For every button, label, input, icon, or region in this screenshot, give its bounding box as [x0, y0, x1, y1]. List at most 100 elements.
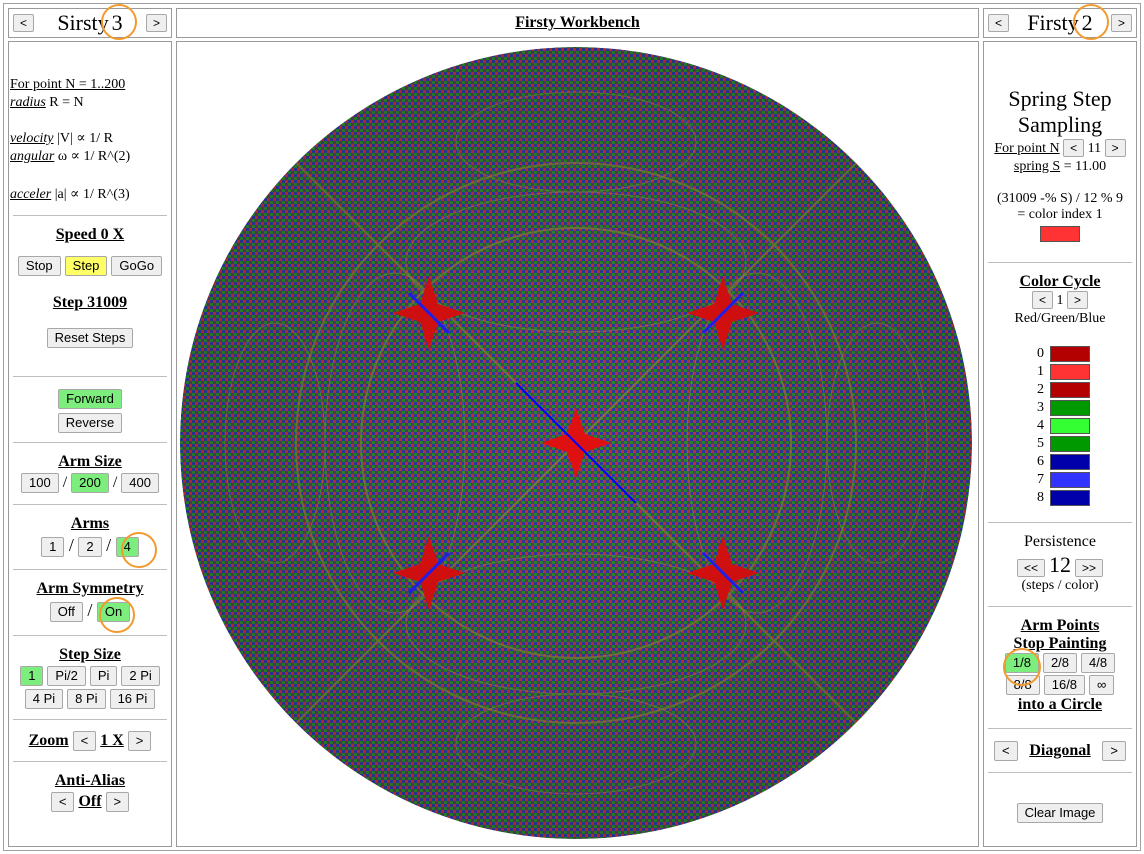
- left-title-num: 3: [111, 10, 123, 35]
- right-prev-button[interactable]: <: [988, 14, 1010, 32]
- acceler-link[interactable]: acceler: [10, 187, 51, 202]
- arm-size-200-button[interactable]: 200: [71, 473, 109, 493]
- color-row[interactable]: 1: [988, 363, 1132, 381]
- persistence-next-button[interactable]: >>: [1075, 559, 1104, 577]
- reset-steps-button[interactable]: Reset Steps: [46, 328, 134, 348]
- arms-4-button[interactable]: 4: [115, 537, 139, 557]
- color-swatch: [1050, 418, 1090, 434]
- separator: /: [112, 474, 118, 491]
- step-size-4pi-button[interactable]: 4 Pi: [24, 689, 64, 709]
- color-row[interactable]: 5: [988, 435, 1132, 453]
- symmetry-on-button[interactable]: On: [96, 602, 131, 622]
- color-index-label: 2: [1037, 382, 1044, 397]
- left-title: Sirsty 3: [57, 10, 122, 36]
- color-row[interactable]: 0: [988, 345, 1132, 363]
- arms-title[interactable]: Arms: [13, 515, 167, 533]
- point-n-link[interactable]: For point N: [994, 141, 1059, 156]
- arms-2-button[interactable]: 2: [78, 537, 102, 557]
- separator: /: [62, 474, 68, 491]
- right-next-button[interactable]: >: [1110, 14, 1132, 32]
- diagonal-next-button[interactable]: >: [1102, 741, 1126, 761]
- persistence-prev-button[interactable]: <<: [1016, 559, 1045, 577]
- pattern-canvas[interactable]: [177, 42, 978, 846]
- left-next-button[interactable]: >: [145, 14, 167, 32]
- step-size-1-button[interactable]: 1: [20, 666, 44, 686]
- symmetry-off-button[interactable]: Off: [49, 602, 83, 622]
- color-swatch: [1050, 490, 1090, 506]
- anti-alias-next-button[interactable]: >: [105, 792, 130, 812]
- right-control-panel: Spring Step Sampling For point N < 11 > …: [983, 41, 1137, 847]
- point-prev-button[interactable]: <: [1063, 139, 1085, 157]
- color-cycle-title[interactable]: Color Cycle: [988, 273, 1132, 291]
- color-row[interactable]: 8: [988, 489, 1132, 507]
- spring-section: Spring Step Sampling For point N < 11 > …: [984, 86, 1136, 243]
- workbench-title[interactable]: Firsty Workbench: [515, 14, 640, 32]
- arm-size-400-button[interactable]: 400: [121, 473, 159, 493]
- reverse-button[interactable]: Reverse: [57, 413, 123, 433]
- step-button[interactable]: Step: [64, 256, 108, 276]
- arm-points-section: Arm Points Stop Painting 1/8 2/8 4/8 8/8…: [988, 606, 1132, 729]
- color-swatch: [1050, 454, 1090, 470]
- color-cycle-next-button[interactable]: >: [1067, 291, 1089, 309]
- arm-points-16-8-button[interactable]: 16/8: [1043, 675, 1086, 695]
- spring-s-link[interactable]: spring S: [1014, 159, 1060, 174]
- arm-symmetry-section: Arm Symmetry Off / On: [13, 569, 167, 635]
- left-control-panel: For point N = 1..200 radius R = N veloci…: [8, 41, 172, 847]
- anti-alias-title[interactable]: Anti-Alias: [13, 772, 167, 790]
- stop-painting-title[interactable]: Stop Painting: [988, 635, 1132, 653]
- velocity-link[interactable]: velocity: [10, 131, 54, 146]
- right-title-text: Firsty: [1027, 10, 1079, 35]
- color-row[interactable]: 3: [988, 399, 1132, 417]
- direction-section: Forward Reverse: [13, 376, 167, 443]
- step-size-pi-half-button[interactable]: Pi/2: [47, 666, 86, 686]
- step-size-8pi-button[interactable]: 8 Pi: [67, 689, 106, 709]
- step-size-section: Step Size 1 Pi/2 Pi 2 Pi 4 Pi 8 Pi 16 Pi: [13, 635, 167, 719]
- speed-title[interactable]: Speed 0 X: [13, 226, 167, 244]
- color-cycle-prev-button[interactable]: <: [1031, 291, 1053, 309]
- color-row[interactable]: 4: [988, 417, 1132, 435]
- step-size-2pi-button[interactable]: 2 Pi: [121, 666, 160, 686]
- step-count-title[interactable]: Step 31009: [13, 294, 167, 312]
- left-title-text: Sirsty: [57, 10, 109, 35]
- arm-points-infinity-button[interactable]: ∞: [1089, 675, 1115, 695]
- zoom-prev-button[interactable]: <: [72, 731, 97, 751]
- gogo-button[interactable]: GoGo: [111, 256, 163, 276]
- stop-button[interactable]: Stop: [17, 256, 61, 276]
- color-row[interactable]: 7: [988, 471, 1132, 489]
- arms-1-button[interactable]: 1: [41, 537, 65, 557]
- radius-link[interactable]: radius: [10, 95, 46, 110]
- point-range-link[interactable]: For point N = 1..200: [10, 77, 125, 92]
- arm-symmetry-title[interactable]: Arm Symmetry: [13, 580, 167, 598]
- spring-title-2: Sampling: [1017, 112, 1103, 137]
- arm-points-2-8-button[interactable]: 2/8: [1042, 653, 1078, 673]
- arm-points-4-8-button[interactable]: 4/8: [1081, 653, 1116, 673]
- arm-size-100-button[interactable]: 100: [20, 473, 59, 493]
- arm-size-title[interactable]: Arm Size: [13, 453, 167, 471]
- into-circle-title[interactable]: into a Circle: [988, 696, 1132, 714]
- color-row[interactable]: 2: [988, 381, 1132, 399]
- zoom-section: Zoom < 1 X >: [13, 719, 167, 762]
- color-swatch: [1050, 346, 1090, 362]
- arm-points-1-8-button[interactable]: 1/8: [1004, 653, 1039, 673]
- arm-points-title[interactable]: Arm Points: [988, 617, 1132, 635]
- acceler-formula: |a| ∝ 1/ R^(3): [51, 187, 130, 202]
- zoom-next-button[interactable]: >: [127, 731, 152, 751]
- clear-image-button[interactable]: Clear Image: [1016, 803, 1104, 823]
- color-row[interactable]: 6: [988, 453, 1132, 471]
- forward-button[interactable]: Forward: [58, 389, 122, 409]
- step-size-16pi-button[interactable]: 16 Pi: [109, 689, 156, 709]
- diagonal-prev-button[interactable]: <: [994, 741, 1018, 761]
- step-size-title[interactable]: Step Size: [13, 646, 167, 664]
- point-value: 11: [1087, 141, 1102, 156]
- step-size-pi-button[interactable]: Pi: [89, 666, 118, 686]
- arms-section: Arms 1 / 2 / 4: [13, 504, 167, 570]
- point-next-button[interactable]: >: [1104, 139, 1126, 157]
- diagonal-label[interactable]: Diagonal: [1029, 742, 1090, 760]
- anti-alias-section: Anti-Alias < Off >: [13, 761, 167, 822]
- anti-alias-prev-button[interactable]: <: [50, 792, 75, 812]
- left-prev-button[interactable]: <: [13, 14, 35, 32]
- angular-link[interactable]: angular: [10, 149, 54, 164]
- arm-size-section: Arm Size 100 / 200 / 400: [13, 442, 167, 505]
- arm-points-8-8-button[interactable]: 8/8: [1005, 675, 1040, 695]
- zoom-title[interactable]: Zoom: [29, 732, 69, 749]
